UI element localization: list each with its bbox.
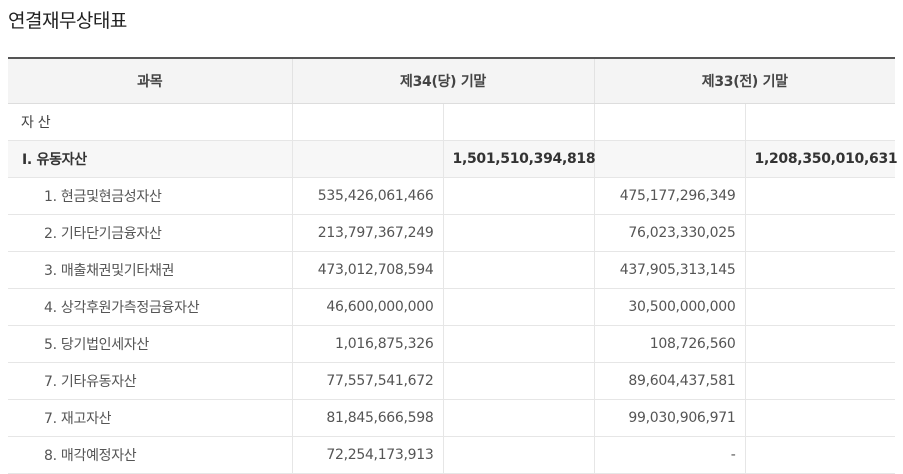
account-cell: 7. 재고자산: [8, 399, 292, 437]
prior-total-cell: [744, 103, 896, 141]
table-row: 4. 상각후원가측정금융자산 46,600,000,000 30,500,000,0…: [8, 288, 896, 326]
prior-detail-cell: [593, 140, 746, 178]
prior-total-cell: [744, 325, 896, 363]
table-body: 자 산 Ⅰ. 유동자산 1,501,510,394,818 1,208,350,010…: [8, 103, 898, 474]
prior-detail-cell: [593, 103, 746, 141]
current-total-cell: [442, 103, 595, 141]
current-total-cell: [442, 214, 595, 252]
account-cell: 3. 매출채권및기타채권: [8, 251, 292, 289]
prior-detail-cell: 475,177,296,349: [593, 177, 746, 215]
prior-total-cell: [744, 436, 896, 474]
current-total-cell: [442, 436, 595, 474]
table-row: 3. 매출채권및기타채권 473,012,708,594 437,905,313,1…: [8, 251, 896, 289]
current-total-cell: [442, 399, 595, 437]
current-detail-cell: 473,012,708,594: [291, 251, 443, 289]
page-title: 연결재무상태표: [8, 10, 127, 32]
current-detail-cell: 1,016,875,326: [291, 325, 443, 363]
current-detail-cell: 77,557,541,672: [291, 362, 443, 400]
account-cell: 자 산: [8, 103, 292, 141]
current-total-cell: [442, 362, 595, 400]
prior-total-cell: [744, 177, 896, 215]
group-row: Ⅰ. 유동자산 1,501,510,394,818 1,208,350,010,63…: [8, 140, 898, 178]
current-detail-cell: [291, 103, 443, 141]
account-cell: Ⅰ. 유동자산: [8, 140, 292, 178]
prior-total-cell: [744, 399, 896, 437]
section-row: 자 산: [8, 103, 896, 141]
prior-total-cell: [744, 362, 896, 400]
prior-detail-cell: 30,500,000,000: [593, 288, 746, 326]
prior-detail-cell: 89,604,437,581: [593, 362, 746, 400]
header-prior-period: 제33(전) 기말: [593, 57, 896, 104]
current-detail-cell: 535,426,061,466: [291, 177, 443, 215]
prior-total-cell: [744, 251, 896, 289]
prior-detail-cell: 437,905,313,145: [593, 251, 746, 289]
current-total-cell: [442, 251, 595, 289]
account-cell: 2. 기타단기금융자산: [8, 214, 292, 252]
current-detail-cell: [291, 140, 443, 178]
current-total-cell: [442, 177, 595, 215]
current-total-cell: [442, 325, 595, 363]
account-cell: 4. 상각후원가측정금융자산: [8, 288, 292, 326]
current-detail-cell: 46,600,000,000: [291, 288, 443, 326]
prior-detail-cell: 108,726,560: [593, 325, 746, 363]
prior-total-cell: 1,208,350,010,631: [744, 140, 898, 178]
prior-detail-cell: 76,023,330,025: [593, 214, 746, 252]
table-row: 8. 매각예정자산 72,254,173,913 -: [8, 436, 896, 474]
account-cell: 1. 현금및현금성자산: [8, 177, 292, 215]
current-detail-cell: 72,254,173,913: [291, 436, 443, 474]
account-cell: 8. 매각예정자산: [8, 436, 292, 474]
table-header-row: 과목 제34(당) 기말 제33(전) 기말: [8, 57, 896, 104]
balance-sheet-table: 과목 제34(당) 기말 제33(전) 기말 자 산 Ⅰ. 유동자산 1,501,5…: [8, 57, 898, 474]
table-row: 5. 당기법인세자산 1,016,875,326 108,726,560: [8, 325, 896, 363]
table-row: 2. 기타단기금융자산 213,797,367,249 76,023,330,025: [8, 214, 896, 252]
table-row: 7. 기타유동자산 77,557,541,672 89,604,437,581: [8, 362, 896, 400]
current-detail-cell: 213,797,367,249: [291, 214, 443, 252]
account-cell: 7. 기타유동자산: [8, 362, 292, 400]
current-total-cell: 1,501,510,394,818: [442, 140, 596, 178]
header-current-period: 제34(당) 기말: [291, 57, 595, 104]
account-cell: 5. 당기법인세자산: [8, 325, 292, 363]
current-total-cell: [442, 288, 595, 326]
table-row: 7. 재고자산 81,845,666,598 99,030,906,971: [8, 399, 896, 437]
current-detail-cell: 81,845,666,598: [291, 399, 443, 437]
prior-detail-cell: 99,030,906,971: [593, 399, 746, 437]
table-row: 1. 현금및현금성자산 535,426,061,466 475,177,296,34…: [8, 177, 896, 215]
prior-detail-cell: -: [593, 436, 746, 474]
prior-total-cell: [744, 214, 896, 252]
prior-total-cell: [744, 288, 896, 326]
header-account: 과목: [8, 57, 292, 104]
